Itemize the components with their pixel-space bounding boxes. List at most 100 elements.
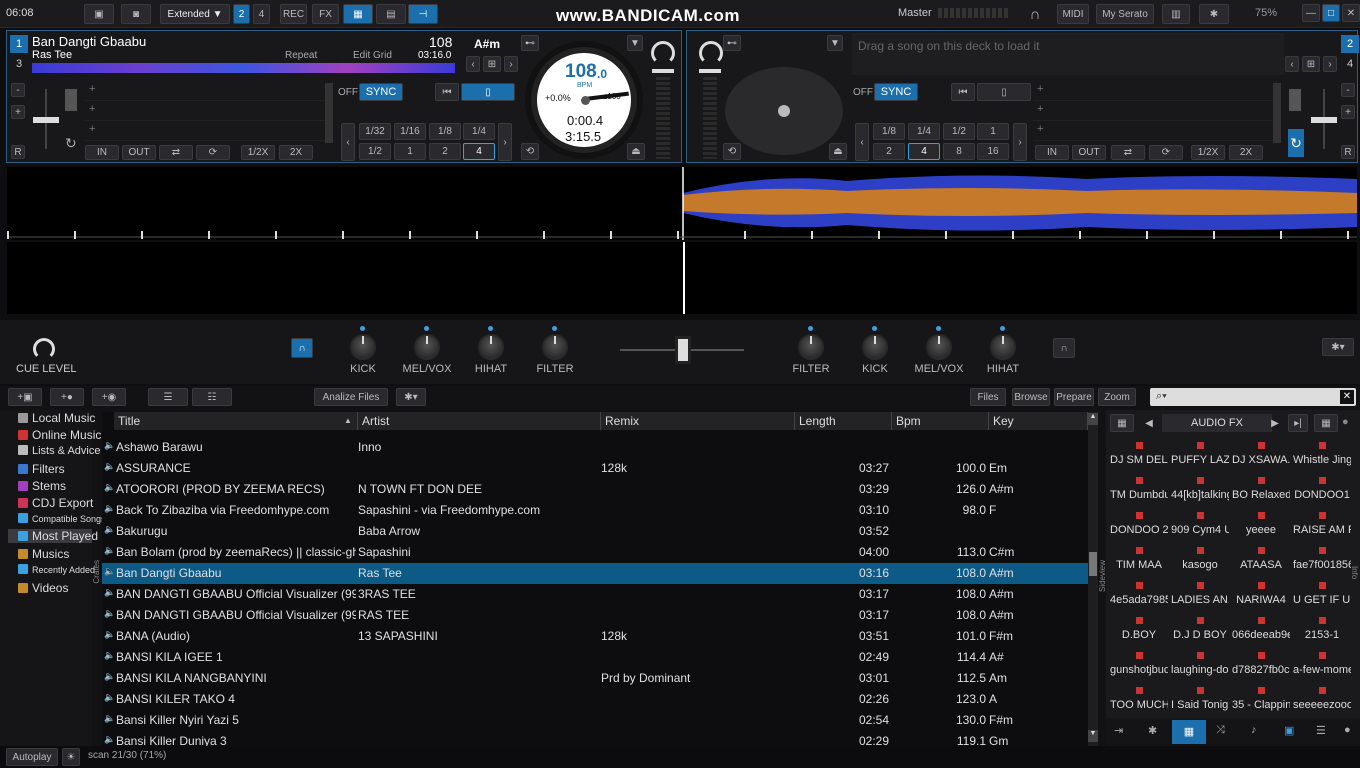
deck-1-fader[interactable] — [652, 69, 674, 73]
deck-2-loop-toggle-icon[interactable]: ⟳ — [1149, 145, 1183, 160]
deck-2-filter-knob[interactable] — [798, 334, 824, 360]
loop-roll-icon[interactable]: ↻ — [65, 135, 77, 152]
fx-sample-cell[interactable]: U GET IF U ... — [1293, 580, 1351, 612]
fx-grid2-icon[interactable]: ▦ — [1314, 414, 1338, 432]
deck-2-fader[interactable] — [699, 69, 721, 73]
reloop-icon[interactable]: ⇄ — [159, 145, 193, 160]
deck-1-waveform[interactable] — [7, 167, 1357, 240]
browse-button[interactable]: Browse — [1012, 388, 1050, 406]
fx-sample-cell[interactable]: ATAASA — [1232, 545, 1290, 577]
deck-2-slip-icon[interactable]: ⟲ — [723, 143, 741, 160]
pitch-fader-handle[interactable] — [33, 117, 59, 123]
table-row[interactable]: 🔈 Ban Bolam (prod by zeemaRecs) || classi… — [102, 542, 1088, 563]
deck-2-cue-headphones-icon[interactable]: ∩ — [1053, 338, 1075, 358]
loop-toggle-icon[interactable]: ⟳ — [196, 145, 230, 160]
loop-1-2[interactable]: 1/2 — [359, 143, 391, 160]
deck-2-bookmark-icon[interactable] — [1289, 89, 1301, 111]
fx-sample-cell[interactable]: 44[kb]talking... — [1171, 475, 1229, 507]
deck-2-loop-roll-icon[interactable]: ↻ — [1288, 129, 1304, 157]
playlist-active-icon[interactable]: ▣ — [1284, 724, 1294, 737]
fx-send-icon[interactable]: ⇥ — [1114, 724, 1123, 737]
microphone-icon[interactable]: ♪ — [1251, 724, 1257, 736]
fx-sample-cell[interactable]: kasogo — [1171, 545, 1229, 577]
deck-2-cue-slot-1[interactable]: + — [1033, 83, 1273, 101]
fx-button[interactable]: FX — [312, 4, 339, 24]
sync-button[interactable]: SYNC — [359, 83, 403, 101]
fx-sample-cell[interactable]: a-few-mome... — [1293, 650, 1351, 682]
fx-list-icon[interactable]: ☰ — [1316, 724, 1326, 737]
fx-sample-cell[interactable]: PUFFY LAZ... — [1171, 440, 1229, 472]
bookmark-icon[interactable] — [65, 89, 77, 111]
fx-bottom-more-icon[interactable]: ● — [1344, 724, 1351, 736]
settings-gear-icon[interactable]: ✱ — [1199, 4, 1229, 24]
fx-sample-cell[interactable]: fae7f001856... — [1293, 545, 1351, 577]
loop-next-icon[interactable]: › — [498, 123, 512, 161]
fx-sample-cell[interactable]: DJ XSAWA... — [1232, 440, 1290, 472]
col-artist[interactable]: Artist — [358, 412, 601, 430]
sidebar-item-most-played[interactable]: Most Played — [8, 529, 98, 543]
fx-sample-cell[interactable]: yeeee — [1232, 510, 1290, 542]
col-remix[interactable]: Remix — [601, 412, 795, 430]
table-row[interactable]: 🔈 Back To Zibaziba via Freedomhype.com Sap… — [102, 500, 1088, 521]
fx-sample-cell[interactable]: gunshotjbud... — [1110, 650, 1168, 682]
deck-2-loop-1-4[interactable]: 1/4 — [908, 123, 940, 140]
loop-out-button[interactable]: OUT — [122, 145, 156, 160]
deck-2-eject-icon[interactable]: ⏏ — [829, 143, 847, 160]
sidebar-item-compatible-songs[interactable]: Compatible Songs — [18, 513, 106, 524]
fx-sample-cell[interactable]: seeeeezooooo — [1293, 685, 1351, 717]
fx-sample-cell[interactable]: Whistle Jingl... — [1293, 440, 1351, 472]
table-row[interactable]: 🔈 BANSI KILA IGEE 1 02:49 114.4 A# — [102, 647, 1088, 668]
fx-more-icon[interactable]: ● — [1342, 416, 1349, 428]
deck-3-number[interactable]: 3 — [10, 55, 28, 73]
deck-1-kick-knob[interactable] — [350, 334, 376, 360]
fx-sample-cell[interactable]: RAISE AM R... — [1293, 510, 1351, 542]
detail-view-icon[interactable]: ☷ — [192, 388, 232, 406]
table-row[interactable]: 🔈 BANSI KILER TAKO 4 02:26 123.0 A — [102, 689, 1088, 710]
fx-next-icon[interactable]: ▶ — [1266, 414, 1284, 432]
fx-cross-icon[interactable]: ✱ — [1148, 724, 1157, 737]
deck-4-number[interactable]: 4 — [1341, 55, 1359, 73]
skip-to-start-icon[interactable]: ⏮ — [435, 83, 459, 101]
table-row[interactable]: 🔈 BANSI KILA NANGBANYINI Prd by Dominant 03… — [102, 668, 1088, 689]
cue-scroll[interactable] — [325, 83, 333, 143]
add-smart-crate-icon[interactable]: +● — [50, 388, 84, 406]
fx-sample-cell[interactable]: LADIES AN... — [1171, 580, 1229, 612]
loop-4[interactable]: 4 — [463, 143, 495, 160]
prepare-button[interactable]: Prepare — [1054, 388, 1094, 406]
deck-2-number[interactable]: 2 — [1341, 35, 1359, 53]
deck-2-double-loop-button[interactable]: 2X — [1229, 145, 1263, 160]
fx-sample-cell[interactable]: I Said Tonig... — [1171, 685, 1229, 717]
loop-1[interactable]: 1 — [394, 143, 426, 160]
crossfader-handle[interactable] — [675, 336, 691, 364]
deck-1-number[interactable]: 1 — [10, 35, 28, 53]
deck-1-platter[interactable]: 108 .0 BPM +0.0% ±100 0:00.4 3:15.5 — [525, 41, 643, 159]
sampler-icon[interactable]: ▤ — [376, 4, 406, 24]
deck-2-sync-button[interactable]: SYNC — [874, 83, 918, 101]
double-loop-button[interactable]: 2X — [279, 145, 313, 160]
table-row[interactable]: 🔈 ATOORORI (PROD BY ZEEMA RECS) N TOWN FT … — [102, 479, 1088, 500]
deck-2-cue-slot-2[interactable]: + — [1033, 103, 1273, 121]
sidebar-item-videos[interactable]: Videos — [18, 581, 68, 595]
sidebar-item-local-music[interactable]: Local Music — [18, 411, 95, 425]
search-input[interactable]: ⌕▾ ✕ — [1150, 388, 1356, 406]
table-row[interactable]: 🔈 Ban Dangti Gbaabu Ras Tee 03:16 108.0 A#m — [102, 563, 1088, 584]
deck-2-platter[interactable] — [725, 67, 843, 155]
fx-sample-cell[interactable]: laughing-do... — [1171, 650, 1229, 682]
table-row[interactable]: 🔈 ASSURANCE 128k 03:27 100.0 Em — [102, 458, 1088, 479]
deck-2-loop-8[interactable]: 8 — [943, 143, 975, 160]
fx-grid-icon[interactable]: ▦ — [1110, 414, 1134, 432]
deck-1-cue-headphones-icon[interactable]: ∩ — [291, 338, 313, 358]
deck-2-loop-out-button[interactable]: OUT — [1072, 145, 1106, 160]
repeat-label[interactable]: Repeat — [285, 50, 317, 61]
deck-2-link-icon[interactable]: ⊷ — [723, 35, 741, 51]
deck-2-loop-1-8[interactable]: 1/8 — [873, 123, 905, 140]
next-icon[interactable]: › — [504, 56, 518, 72]
deck-2-drop-zone[interactable]: Drag a song on this deck to load it — [852, 33, 1284, 75]
library-settings-icon[interactable]: ✱▾ — [396, 388, 426, 406]
table-row[interactable]: 🔈 BANA (Audio) 13 SAPASHINI 128k 03:51 101.0 F… — [102, 626, 1088, 647]
deck-2-loop-2[interactable]: 2 — [873, 143, 905, 160]
add-crate-icon[interactable]: +▣ — [8, 388, 42, 406]
loop-1-16[interactable]: 1/16 — [394, 123, 426, 140]
table-row[interactable]: 🔈 Ashawo Barawu Inno — [102, 437, 1088, 458]
gain-knob-icon[interactable] — [651, 41, 675, 65]
